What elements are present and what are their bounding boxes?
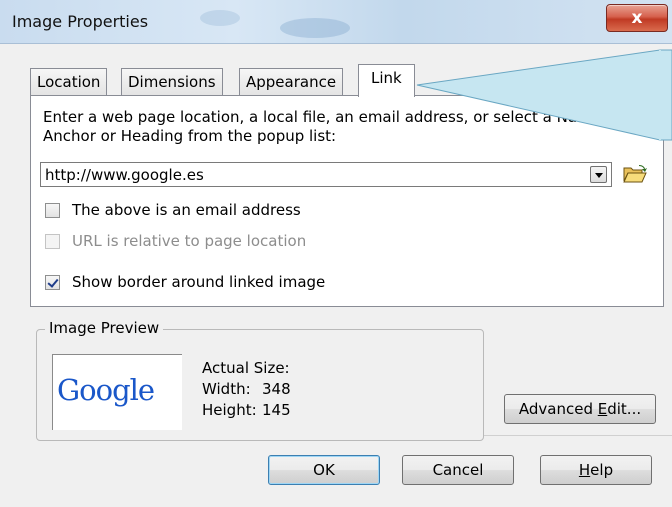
- separator: [484, 435, 672, 436]
- advanced-edit-button[interactable]: Advanced Edit...: [504, 394, 656, 424]
- cancel-button[interactable]: Cancel: [402, 455, 514, 485]
- tab-appearance[interactable]: Appearance: [239, 68, 344, 96]
- help-button[interactable]: Help: [540, 455, 652, 485]
- relative-url-checkbox-box[interactable]: [45, 233, 60, 249]
- image-preview-group: Image Preview Google Actual Size: Width:…: [36, 319, 484, 441]
- width-value: 348: [262, 380, 291, 398]
- height-row: Height: 145: [202, 400, 291, 421]
- window-title: Image Properties: [12, 12, 149, 31]
- height-value: 145: [262, 401, 291, 419]
- email-address-checkbox[interactable]: The above is an email address: [45, 200, 301, 220]
- close-icon: x: [631, 8, 643, 28]
- email-address-label: The above is an email address: [72, 201, 301, 219]
- close-button[interactable]: x: [606, 4, 668, 32]
- image-preview-box: Google: [52, 354, 182, 430]
- folder-open-icon[interactable]: [622, 164, 648, 184]
- width-row: Width: 348: [202, 379, 291, 400]
- chevron-down-icon[interactable]: [590, 166, 607, 183]
- tab-dimensions[interactable]: Dimensions: [121, 68, 223, 96]
- relative-url-checkbox[interactable]: URL is relative to page location: [45, 231, 306, 251]
- show-border-checkbox-box[interactable]: [45, 274, 60, 290]
- actual-size-label: Actual Size:: [202, 359, 290, 377]
- email-address-checkbox-box[interactable]: [45, 202, 60, 218]
- google-logo: Google: [57, 373, 155, 407]
- show-border-checkbox[interactable]: Show border around linked image: [45, 272, 325, 292]
- show-border-label: Show border around linked image: [72, 273, 326, 291]
- tab-location[interactable]: Location: [30, 68, 108, 96]
- url-input[interactable]: http://www.google.es: [45, 166, 204, 184]
- relative-url-label: URL is relative to page location: [72, 232, 307, 250]
- width-label: Width:: [202, 380, 251, 398]
- image-preview-legend: Image Preview: [45, 319, 164, 337]
- height-label: Height:: [202, 401, 257, 419]
- callout-shape: [416, 49, 672, 141]
- ok-button[interactable]: OK: [268, 455, 380, 485]
- url-combobox[interactable]: http://www.google.es: [40, 162, 612, 187]
- size-info: Actual Size: Width: 348 Height: 145: [202, 358, 291, 421]
